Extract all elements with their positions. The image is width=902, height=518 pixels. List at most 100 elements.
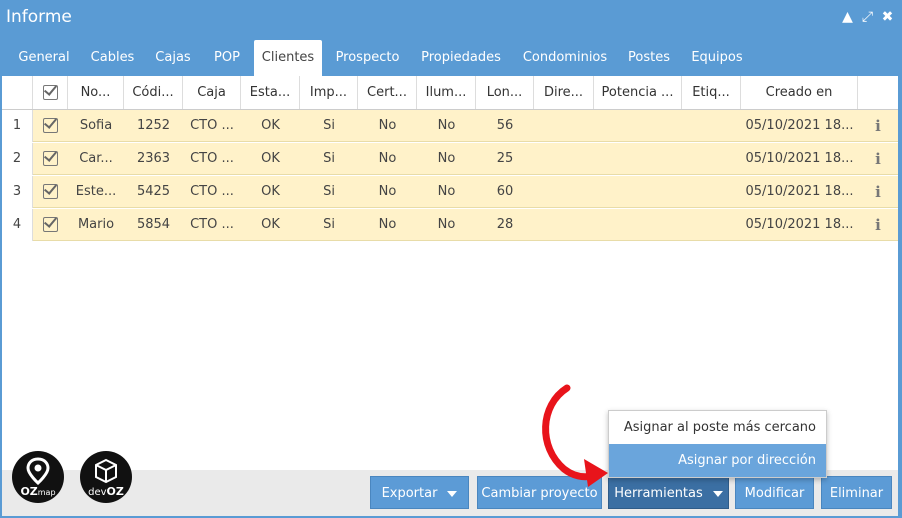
checkbox-icon[interactable] <box>43 184 58 199</box>
ozmap-logo: OZmap <box>12 451 64 503</box>
cell-ilum: No <box>437 118 456 133</box>
cell-cert: No <box>378 151 397 166</box>
tools-button[interactable]: Herramientas <box>608 476 729 509</box>
row-checkbox-cell[interactable] <box>33 110 68 142</box>
row-info-cell[interactable]: i <box>858 143 898 175</box>
row-info-cell[interactable]: i <box>858 176 898 208</box>
checkbox-icon[interactable] <box>43 217 58 232</box>
table-row[interactable]: 2 Car... 2363 CTO ... OK Si No No 25 05/10/2021 1… <box>2 143 898 175</box>
cell-imp: Si <box>323 184 335 199</box>
cell-nombre: Car... <box>79 151 113 166</box>
tab-propiedades[interactable]: Propiedades <box>412 40 510 76</box>
tab-postes[interactable]: Postes <box>619 40 679 76</box>
cell-nombre: Mario <box>77 217 115 232</box>
cell-caja: CTO ... <box>190 118 234 133</box>
cell-lon: 25 <box>496 151 514 166</box>
checkbox-icon[interactable] <box>42 85 58 100</box>
cell-caja: CTO ... <box>190 184 234 199</box>
tab-clientes[interactable]: Clientes <box>254 40 322 76</box>
cell-codigo: 1252 <box>136 118 171 133</box>
cell-caja: CTO ... <box>190 217 234 232</box>
cell-ilum: No <box>437 151 456 166</box>
devoz-logo: devOZ <box>80 451 132 503</box>
header-estado[interactable]: Esta... <box>241 76 300 109</box>
tab-bar: General Cables Cajas POP Clientes Prospe… <box>0 40 902 76</box>
cell-ilum: No <box>437 184 456 199</box>
cell-codigo: 5854 <box>136 217 171 232</box>
row-info-cell[interactable]: i <box>858 209 898 241</box>
header-direccion[interactable]: Dire... <box>534 76 594 109</box>
tab-general[interactable]: General <box>8 40 80 76</box>
header-etiqueta[interactable]: Etiq... <box>682 76 741 109</box>
menu-item-assign-nearest-pole[interactable]: Asignar al poste más cercano <box>609 411 826 444</box>
cell-lon: 28 <box>496 217 514 232</box>
header-imp[interactable]: Imp... <box>300 76 358 109</box>
cell-caja: CTO ... <box>190 151 234 166</box>
header-longitud[interactable]: Lon... <box>476 76 534 109</box>
header-creado[interactable]: Creado en <box>741 76 858 109</box>
tab-prospecto[interactable]: Prospecto <box>325 40 410 76</box>
checkbox-icon[interactable] <box>43 118 58 133</box>
info-icon[interactable]: i <box>875 183 881 201</box>
devoz-logo-sub: OZ <box>106 485 124 498</box>
cell-estado: OK <box>261 118 280 133</box>
cell-cert: No <box>378 217 397 232</box>
cell-imp: Si <box>323 151 335 166</box>
cell-creado: 05/10/2021 18... <box>745 184 854 199</box>
delete-button[interactable]: Eliminar <box>821 476 892 509</box>
cell-etiq <box>682 209 741 241</box>
cell-dir <box>534 209 594 241</box>
cell-estado: OK <box>261 151 280 166</box>
table-header: No... Códi... Caja Esta... Imp... Cert..… <box>2 76 898 110</box>
row-number: 3 <box>2 176 33 208</box>
maximize-icon[interactable]: ⤢ <box>861 8 874 26</box>
row-checkbox-cell[interactable] <box>33 176 68 208</box>
cell-imp: Si <box>323 217 335 232</box>
cell-pot <box>594 176 682 208</box>
arrow-head <box>584 459 608 487</box>
cell-creado: 05/10/2021 18... <box>745 151 854 166</box>
cell-creado: 05/10/2021 18... <box>745 217 854 232</box>
cell-lon: 60 <box>496 184 514 199</box>
export-button[interactable]: Exportar <box>370 476 469 509</box>
header-caja[interactable]: Caja <box>183 76 241 109</box>
cell-pot <box>594 110 682 142</box>
tab-condominios[interactable]: Condominios <box>514 40 616 76</box>
header-cert[interactable]: Cert... <box>358 76 417 109</box>
devoz-logo-text: dev <box>88 487 107 498</box>
row-info-cell[interactable]: i <box>858 110 898 142</box>
red-arrow-annotation <box>542 384 608 487</box>
row-number: 2 <box>2 143 33 175</box>
collapse-icon[interactable]: ▲ <box>841 8 854 26</box>
checkbox-icon[interactable] <box>43 151 58 166</box>
cell-cert: No <box>378 118 397 133</box>
header-nombre[interactable]: No... <box>68 76 124 109</box>
close-icon[interactable]: ✖ <box>881 8 894 26</box>
tab-cables[interactable]: Cables <box>80 40 145 76</box>
table-row[interactable]: 1 Sofia 1252 CTO ... OK Si No No 56 05/10/2021 18… <box>2 110 898 142</box>
export-label: Exportar <box>381 486 438 501</box>
info-icon[interactable]: i <box>875 150 881 168</box>
header-ilum[interactable]: Ilum... <box>417 76 476 109</box>
tab-equipos[interactable]: Equipos <box>682 40 752 76</box>
info-icon[interactable]: i <box>875 216 881 234</box>
menu-item-assign-by-address[interactable]: Asignar por dirección <box>609 444 826 477</box>
tab-pop[interactable]: POP <box>201 40 253 76</box>
modify-button[interactable]: Modificar <box>735 476 814 509</box>
cell-pot <box>594 143 682 175</box>
tab-cajas[interactable]: Cajas <box>145 40 201 76</box>
header-actions <box>858 76 898 109</box>
row-number: 4 <box>2 209 33 241</box>
header-codigo[interactable]: Códi... <box>124 76 183 109</box>
cell-etiq <box>682 176 741 208</box>
table-row[interactable]: 3 Este... 5425 CTO ... OK Si No No 60 05/10/2021 … <box>2 176 898 208</box>
row-checkbox-cell[interactable] <box>33 143 68 175</box>
header-potencia[interactable]: Potencia ... <box>594 76 682 109</box>
row-checkbox-cell[interactable] <box>33 209 68 241</box>
table-row[interactable]: 4 Mario 5854 CTO ... OK Si No No 28 05/10/2021 18… <box>2 209 898 241</box>
cell-lon: 56 <box>496 118 514 133</box>
info-icon[interactable]: i <box>875 117 881 135</box>
cell-dir <box>534 143 594 175</box>
title-bar[interactable]: Informe ▲ ⤢ ✖ <box>0 0 902 36</box>
header-select-all[interactable] <box>33 76 68 109</box>
